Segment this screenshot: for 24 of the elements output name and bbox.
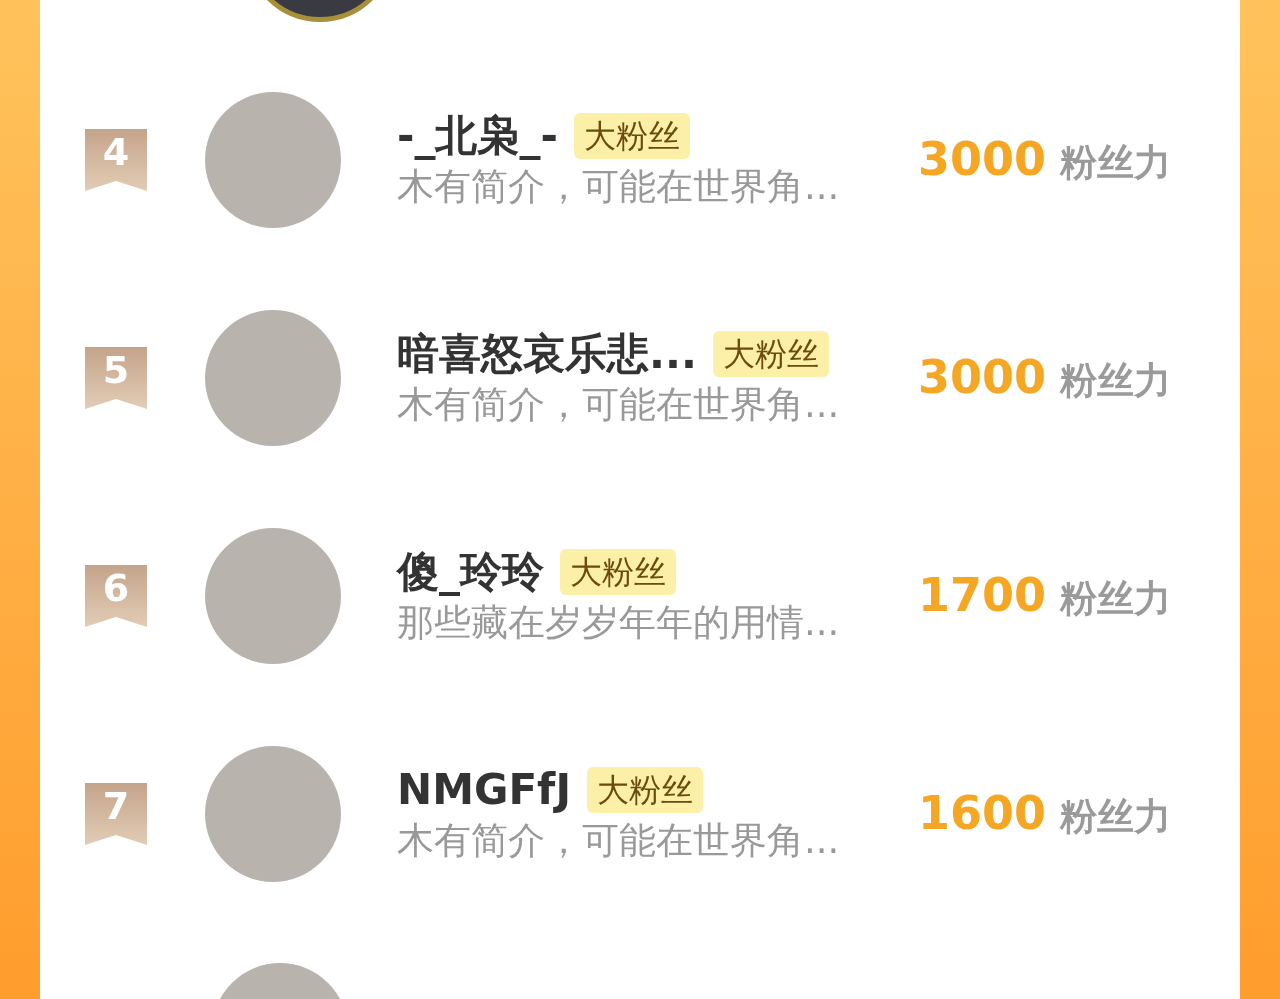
- user-bio: 木有简介，可能在世界角...: [397, 383, 841, 428]
- fan-power-label: 粉丝力: [1060, 576, 1172, 622]
- user-name: 傻_玲玲: [397, 546, 544, 597]
- fan-power-label: 粉丝力: [1060, 358, 1172, 404]
- user-name: 暗喜怒哀乐悲...: [397, 328, 697, 379]
- user-bio: 木有简介，可能在世界角...: [397, 165, 841, 210]
- fan-power-label: 粉丝力: [1060, 140, 1172, 186]
- rank-ribbon: 4: [85, 129, 147, 191]
- rank-ribbon: 7: [85, 783, 147, 845]
- fan-level-badge: 大粉丝: [712, 330, 829, 377]
- fan-power-score: 1600: [918, 786, 1047, 840]
- user-bio: 木有简介，可能在世界角...: [397, 819, 841, 864]
- fan-power-score: 1700: [918, 568, 1047, 622]
- fan-power-score: 3000: [918, 132, 1047, 186]
- user-name: -_北枭_-: [397, 110, 558, 161]
- user-bio: 那些藏在岁岁年年的用情...: [397, 601, 841, 646]
- rank-ribbon: 5: [85, 347, 147, 409]
- fan-level-badge: 大粉丝: [573, 112, 690, 159]
- fan-power-label: 粉丝力: [1060, 794, 1172, 840]
- fan-level-badge: 大粉丝: [587, 766, 703, 813]
- rank-ribbon: 6: [85, 565, 147, 627]
- user-name: NMGFfJ: [397, 764, 571, 815]
- fan-level-badge: 大粉丝: [560, 548, 676, 595]
- fan-power-score: 3000: [918, 350, 1047, 404]
